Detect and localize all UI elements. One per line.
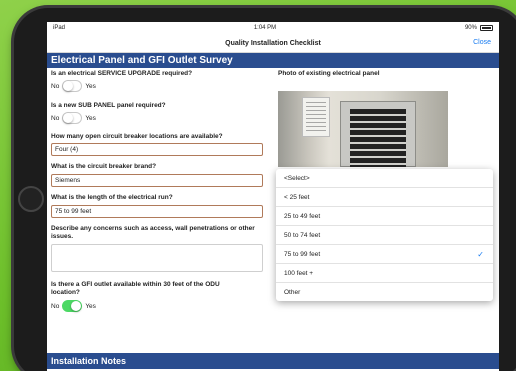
battery-icon <box>479 25 493 31</box>
yes-label: Yes <box>85 302 96 310</box>
checkmark-icon: ✓ <box>477 250 484 259</box>
picker-option[interactable]: 25 to 49 feet <box>276 207 493 226</box>
panel-label-sheet <box>302 97 330 137</box>
yes-label: Yes <box>85 82 96 90</box>
no-label: No <box>51 114 60 122</box>
screen: iPad 1:04 PM 90% Quality Installation Ch… <box>47 22 499 371</box>
page-title: Quality Installation Checklist <box>225 39 321 47</box>
status-bar: iPad 1:04 PM 90% <box>47 22 499 34</box>
status-time: 1:04 PM <box>253 25 277 31</box>
electrical-panel-photo[interactable] <box>278 91 448 167</box>
service-upgrade-label: Is an electrical SERVICE UPGRADE require… <box>51 70 193 77</box>
picker-option[interactable]: <Select> <box>276 169 493 188</box>
ipad-frame: iPad 1:04 PM 90% Quality Installation Ch… <box>14 8 516 371</box>
no-label: No <box>51 302 60 310</box>
sub-panel-label: Is a new SUB PANEL panel required? <box>51 102 166 109</box>
picker-option-selected[interactable]: 75 to 99 feet ✓ <box>276 245 493 264</box>
picker-option-label: 75 to 99 feet <box>284 251 321 258</box>
service-upgrade-toggle[interactable] <box>62 80 83 92</box>
open-breakers-field[interactable]: Four (4) <box>51 143 263 156</box>
picker-option[interactable]: 100 feet + <box>276 264 493 283</box>
toggle-knob <box>71 301 82 311</box>
breaker-rows <box>350 109 406 167</box>
breaker-brand-field[interactable]: Siemens <box>51 174 263 187</box>
toggle-knob <box>63 81 74 91</box>
sub-panel-row: No Yes <box>51 112 96 124</box>
sub-panel-toggle[interactable] <box>62 112 83 124</box>
no-label: No <box>51 82 60 90</box>
photo-label: Photo of existing electrical panel <box>278 70 380 77</box>
gfi-outlet-label: Is there a GFI outlet available within 3… <box>51 281 220 296</box>
picker-option[interactable]: < 25 feet <box>276 188 493 207</box>
home-button[interactable] <box>18 186 44 212</box>
gfi-outlet-toggle[interactable] <box>62 300 83 312</box>
device-label: iPad <box>53 25 66 31</box>
installation-notes-header: Installation Notes <box>47 353 499 369</box>
close-button[interactable]: Close <box>473 39 491 46</box>
concerns-textarea[interactable] <box>51 244 263 272</box>
electrical-run-picker: <Select> < 25 feet 25 to 49 feet 50 to 7… <box>276 169 493 301</box>
electrical-run-label: What is the length of the electrical run… <box>51 194 173 201</box>
open-breakers-label: How many open circuit breaker locations … <box>51 133 223 140</box>
picker-option[interactable]: 50 to 74 feet <box>276 226 493 245</box>
service-upgrade-row: No Yes <box>51 80 96 92</box>
concerns-label: Describe any concerns such as access, wa… <box>51 225 255 240</box>
picker-option[interactable]: Other <box>276 283 493 301</box>
electrical-run-field[interactable]: 75 to 99 feet <box>51 205 263 218</box>
gfi-outlet-row: No Yes <box>51 300 96 312</box>
yes-label: Yes <box>85 114 96 122</box>
breaker-brand-label: What is the circuit breaker brand? <box>51 163 157 170</box>
navigation-bar: Quality Installation Checklist Close <box>47 34 499 53</box>
battery-percent: 90% <box>464 25 477 31</box>
toggle-knob <box>63 113 74 123</box>
section-header: Electrical Panel and GFI Outlet Survey <box>47 53 499 68</box>
status-right: 90% <box>465 25 493 31</box>
